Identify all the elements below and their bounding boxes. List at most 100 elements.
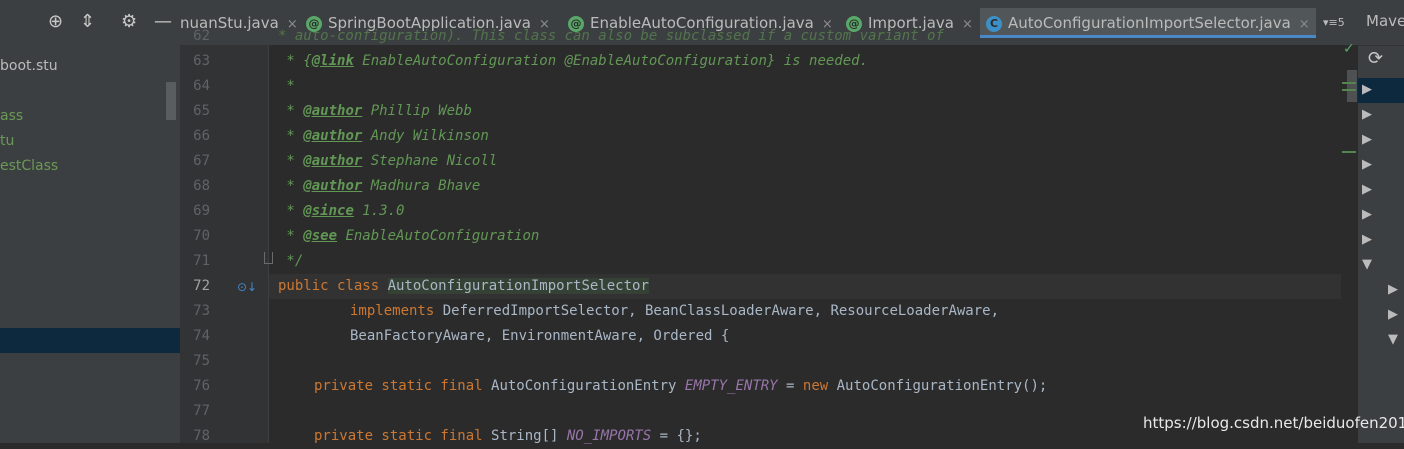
javadoc-tag: @author <box>303 128 363 144</box>
line-number: 62 <box>193 28 210 44</box>
code-line: private static final String[] NO_IMPORTS… <box>314 424 702 449</box>
code-line: * @author Madhura Bhave <box>278 178 481 194</box>
class-icon: C <box>986 15 1002 32</box>
line-number: 64 <box>193 78 210 94</box>
comment-text: EnableAutoConfiguration @EnableAutoConfi… <box>353 53 869 69</box>
tab-overflow-button[interactable]: ▾≡5 <box>1323 16 1345 29</box>
collapse-arrow-icon[interactable]: ▼ <box>1388 332 1398 347</box>
expand-arrow-icon[interactable]: ▶ <box>1362 207 1372 222</box>
close-icon[interactable]: × <box>962 17 973 32</box>
expand-arrow-icon[interactable]: ▶ <box>1362 107 1372 122</box>
locate-target-icon[interactable]: ⊕ <box>48 12 63 32</box>
line-number: 75 <box>193 353 210 369</box>
project-scrollbar[interactable] <box>166 82 176 120</box>
code-line: * auto-configuration). This class can al… <box>278 28 944 44</box>
tree-item[interactable]: tu <box>0 129 14 154</box>
code-text: = {}; <box>651 428 702 444</box>
keyword: private static final <box>314 428 492 444</box>
expand-arrow-icon[interactable]: ▶ <box>1362 82 1372 97</box>
implemented-method-icon[interactable]: ⊙↓ <box>237 280 257 294</box>
type-name: String[] <box>491 428 567 444</box>
expand-arrow-icon[interactable]: ▶ <box>1362 232 1372 247</box>
code-text: AutoConfigurationEntry(); <box>836 378 1048 394</box>
tree-item[interactable]: boot.stu <box>0 54 58 79</box>
check-icon: ✓ <box>1343 41 1355 57</box>
comment-text: Stephane Nicoll <box>362 153 498 169</box>
tree-item[interactable]: estClass <box>0 154 58 179</box>
code-line: * @author Phillip Webb <box>278 103 472 119</box>
gear-icon[interactable]: ⚙ <box>121 12 137 32</box>
code-line: */ <box>278 253 304 269</box>
line-number: 78 <box>193 428 210 444</box>
line-number: 71 <box>193 253 210 269</box>
javadoc-tag: @author <box>303 178 363 194</box>
line-number: 72 <box>193 278 210 294</box>
javadoc-tag: @see <box>303 228 338 244</box>
keyword: implements <box>350 303 443 319</box>
line-number: 77 <box>193 403 210 419</box>
collapse-arrow-icon[interactable]: ▼ <box>1362 257 1372 272</box>
refresh-icon[interactable]: ⟳ <box>1368 48 1383 69</box>
code-line: implements DeferredImportSelector, BeanC… <box>350 299 999 324</box>
code-line: * @since 1.3.0 <box>278 203 405 219</box>
error-stripe[interactable]: ✓ <box>1341 41 1358 443</box>
code-line: * @author Andy Wilkinson <box>278 128 489 144</box>
code-line: * @author Stephane Nicoll <box>278 153 498 169</box>
expand-arrow-icon[interactable]: ▶ <box>1388 307 1398 322</box>
keyword: private static final <box>314 378 492 394</box>
comment-text: EnableAutoConfiguration <box>337 228 540 244</box>
line-number: 74 <box>193 328 210 344</box>
scroll-thumb[interactable] <box>1347 70 1357 102</box>
tab-autoconfigurationimportselector[interactable]: C AutoConfigurationImportSelector.java × <box>980 8 1316 38</box>
javadoc-tag: @author <box>303 153 363 169</box>
code-text: DeferredImportSelector, BeanClassLoaderA… <box>442 303 1000 319</box>
tab-label: AutoConfigurationImportSelector.java <box>1008 14 1291 32</box>
code-line: * @see EnableAutoConfiguration <box>278 228 540 244</box>
keyword: new <box>802 378 837 394</box>
line-number: 65 <box>193 103 210 119</box>
line-number: 67 <box>193 153 210 169</box>
line-number: 70 <box>193 228 210 244</box>
keyword: public class <box>278 278 388 294</box>
expand-arrow-icon[interactable]: ▶ <box>1362 182 1372 197</box>
change-marker <box>1342 82 1356 84</box>
line-number: 76 <box>193 378 210 394</box>
expand-arrow-icon[interactable]: ▶ <box>1388 282 1398 297</box>
comment-text: * { <box>278 53 312 69</box>
line-number: 73 <box>193 303 210 319</box>
maven-title[interactable]: Maven <box>1366 12 1404 30</box>
maven-tool-window: Maven ⟳ ▶ ▶ ▶ ▶ ▶ ▶ ▶ ▼ ▶ ▶ ▼ <box>1358 0 1404 443</box>
code-line: * {@link EnableAutoConfiguration @Enable… <box>278 49 868 74</box>
class-name: AutoConfigurationImportSelector <box>387 278 649 294</box>
collapse-all-icon[interactable]: ⇕ <box>80 12 95 32</box>
close-icon[interactable]: × <box>1299 17 1310 32</box>
code-line: * <box>278 78 295 94</box>
code-line: private static final AutoConfigurationEn… <box>314 374 1047 399</box>
line-number: 68 <box>193 178 210 194</box>
line-number: 66 <box>193 128 210 144</box>
watermark: https://blog.csdn.net/beiduofen2011 <box>1143 414 1404 432</box>
javadoc-tag: @since <box>303 203 354 219</box>
project-selected-row[interactable] <box>0 328 180 353</box>
divider <box>1358 45 1404 46</box>
line-number: 63 <box>193 53 210 69</box>
javadoc-tag: @link <box>311 53 354 69</box>
project-tool-window: ⊕ ⇕ ⚙ — boot.stu ass tu estClass <box>0 0 180 443</box>
constant-field: EMPTY_ENTRY <box>684 378 778 394</box>
comment-text: Madhura Bhave <box>362 178 481 194</box>
expand-arrow-icon[interactable]: ▶ <box>1362 132 1372 147</box>
constant-field: NO_IMPORTS <box>566 428 652 444</box>
type-name: AutoConfigurationEntry <box>491 378 685 394</box>
comment-text: Phillip Webb <box>362 103 472 119</box>
comment-text: Andy Wilkinson <box>362 128 489 144</box>
change-marker <box>1342 151 1356 153</box>
code-text: = <box>777 378 803 394</box>
tree-item[interactable]: ass <box>0 104 23 129</box>
code-line: BeanFactoryAware, EnvironmentAware, Orde… <box>350 328 730 344</box>
expand-arrow-icon[interactable]: ▶ <box>1362 157 1372 172</box>
hide-panel-icon[interactable]: — <box>154 12 172 32</box>
comment-text: 1.3.0 <box>353 203 405 219</box>
code-line: public class AutoConfigurationImportSele… <box>278 274 649 299</box>
change-marker <box>1342 89 1356 91</box>
fold-marker-icon[interactable] <box>264 252 273 264</box>
